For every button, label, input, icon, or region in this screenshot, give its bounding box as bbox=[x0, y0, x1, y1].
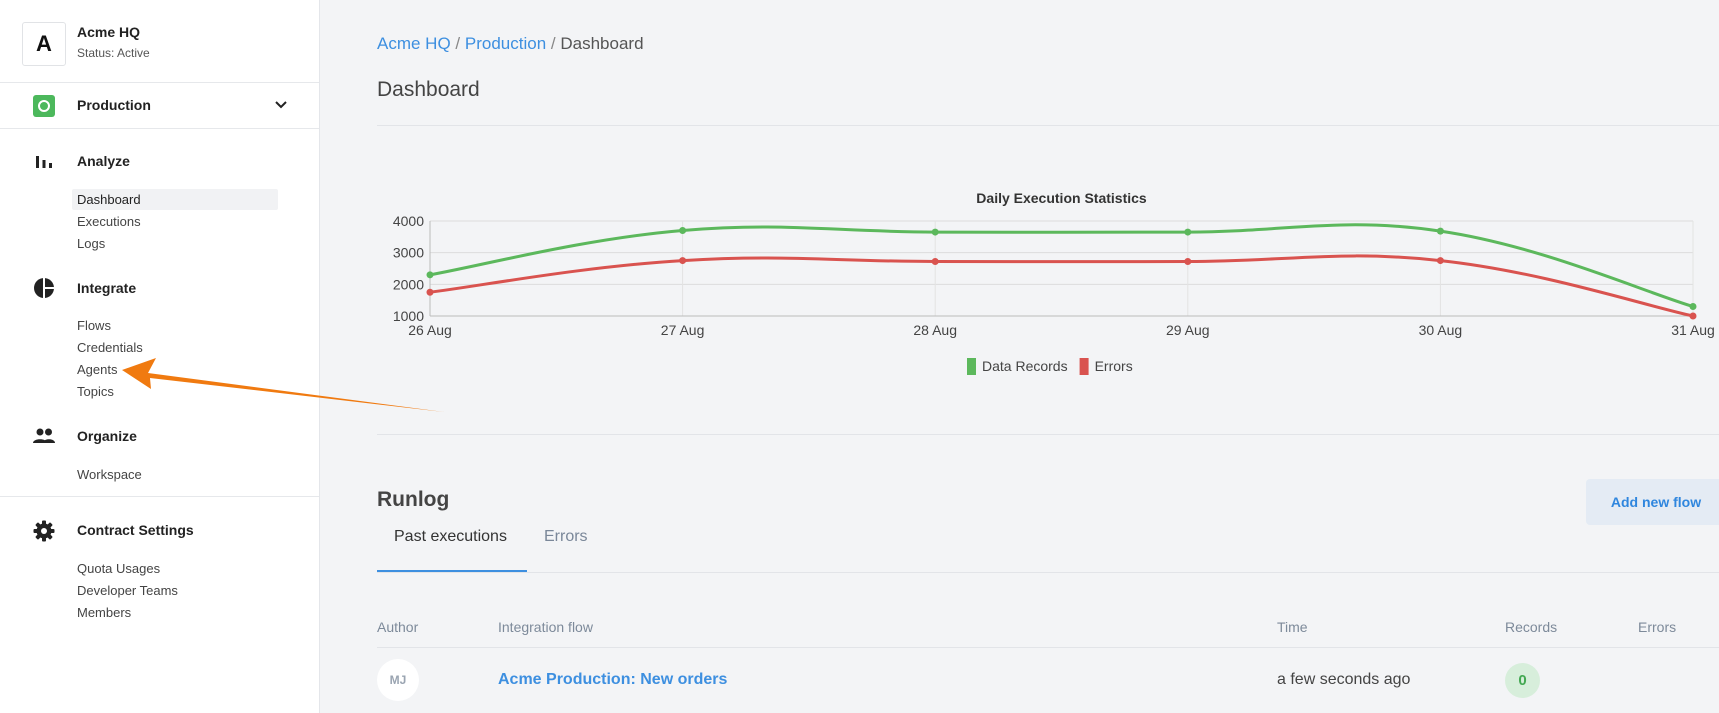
x-tick-label: 26 Aug bbox=[408, 322, 452, 338]
data-point bbox=[1689, 312, 1697, 320]
sidebar-item-workspace[interactable]: Workspace bbox=[77, 467, 142, 482]
chart-svg: Daily Execution Statistics10002000300040… bbox=[393, 190, 1715, 375]
breadcrumb-current: Dashboard bbox=[560, 34, 644, 53]
workspace-selector[interactable]: Production bbox=[77, 97, 151, 113]
records-badge: 0 bbox=[1505, 663, 1540, 698]
runlog-title: Runlog bbox=[377, 488, 450, 511]
column-header-flow: Integration flow bbox=[498, 619, 593, 635]
breadcrumb-separator: / bbox=[550, 34, 556, 53]
data-point bbox=[1689, 303, 1697, 310]
breadcrumb: Acme HQ / Production / Dashboard bbox=[377, 34, 644, 54]
add-new-flow-button[interactable]: Add new flow bbox=[1586, 479, 1719, 525]
x-tick-label: 30 Aug bbox=[1419, 322, 1463, 338]
breadcrumb-workspace[interactable]: Production bbox=[465, 34, 546, 53]
y-tick-label: 3000 bbox=[393, 245, 424, 261]
x-tick-label: 31 Aug bbox=[1671, 322, 1715, 338]
execution-chart: Daily Execution Statistics 1000 2000 3000 40… bbox=[370, 185, 1719, 395]
chart-title: Daily Execution Statistics bbox=[976, 190, 1147, 206]
column-header-author: Author bbox=[377, 619, 419, 635]
data-point bbox=[426, 288, 434, 296]
chart-divider bbox=[377, 434, 1719, 435]
sidebar-divider bbox=[0, 496, 319, 497]
x-tick-label: 28 Aug bbox=[913, 322, 957, 338]
sidebar-item-developer-teams[interactable]: Developer Teams bbox=[77, 583, 178, 598]
sidebar-item-members[interactable]: Members bbox=[77, 605, 131, 620]
flow-link[interactable]: Acme Production: New orders bbox=[498, 671, 727, 689]
sidebar-divider bbox=[0, 128, 319, 129]
sidebar-item-logs[interactable]: Logs bbox=[77, 236, 105, 251]
data-point bbox=[931, 258, 939, 266]
legend-label: Errors bbox=[1095, 358, 1133, 374]
sidebar: A Acme HQ Status: Active Production Anal… bbox=[0, 0, 320, 713]
y-tick-label: 2000 bbox=[393, 276, 424, 292]
breadcrumb-separator: / bbox=[455, 34, 461, 53]
sidebar-item-dashboard[interactable]: Dashboard bbox=[72, 189, 277, 210]
tab-errors[interactable]: Errors bbox=[544, 528, 588, 546]
section-title-contract-settings: Contract Settings bbox=[77, 522, 194, 538]
data-point bbox=[1184, 228, 1192, 236]
column-header-records: Records bbox=[1505, 619, 1558, 635]
legend-swatch bbox=[967, 358, 976, 375]
section-title-analyze: Analyze bbox=[77, 153, 130, 169]
column-header-errors: Errors bbox=[1638, 619, 1677, 635]
table-header-divider bbox=[377, 647, 1719, 648]
data-point bbox=[931, 228, 939, 236]
people-icon bbox=[33, 428, 55, 443]
org-name: Acme HQ bbox=[77, 24, 141, 40]
sidebar-item-executions[interactable]: Executions bbox=[77, 214, 141, 229]
sidebar-item-topics[interactable]: Topics bbox=[77, 384, 114, 399]
sidebar-item-flows[interactable]: Flows bbox=[77, 318, 111, 333]
org-status: Status: Active bbox=[77, 46, 150, 60]
time-cell: a few seconds ago bbox=[1277, 671, 1411, 688]
tab-past-executions[interactable]: Past executions bbox=[394, 528, 507, 546]
data-point bbox=[1184, 258, 1192, 266]
legend-label: Data Records bbox=[982, 358, 1068, 374]
sidebar-divider bbox=[0, 82, 319, 83]
sidebar-item-quota-usages[interactable]: Quota Usages bbox=[77, 561, 160, 576]
section-title-integrate: Integrate bbox=[77, 280, 137, 296]
data-point bbox=[679, 257, 687, 265]
breadcrumb-org[interactable]: Acme HQ bbox=[377, 34, 451, 53]
section-title-organize: Organize bbox=[77, 428, 137, 444]
chevron-down-icon[interactable] bbox=[273, 97, 289, 113]
org-avatar: A bbox=[22, 22, 66, 66]
legend-swatch bbox=[1079, 358, 1089, 375]
series-line bbox=[429, 254, 1694, 318]
avatar: MJ bbox=[377, 659, 419, 701]
data-point bbox=[1436, 257, 1444, 265]
data-point bbox=[679, 227, 687, 234]
data-point bbox=[1436, 227, 1444, 235]
x-tick-label: 29 Aug bbox=[1166, 322, 1210, 338]
data-point bbox=[426, 271, 434, 279]
tabs-divider bbox=[377, 572, 1719, 573]
y-tick-label: 4000 bbox=[393, 213, 424, 229]
header-divider bbox=[377, 125, 1719, 126]
pie-chart-icon bbox=[34, 278, 54, 298]
workspace-icon bbox=[33, 95, 55, 117]
sidebar-item-credentials[interactable]: Credentials bbox=[77, 340, 143, 355]
x-tick-label: 27 Aug bbox=[661, 322, 705, 338]
sidebar-item-agents[interactable]: Agents bbox=[77, 362, 117, 377]
page-title: Dashboard bbox=[377, 78, 480, 101]
gear-icon bbox=[33, 520, 55, 542]
column-header-time: Time bbox=[1277, 619, 1308, 635]
bar-chart-icon bbox=[36, 156, 52, 168]
